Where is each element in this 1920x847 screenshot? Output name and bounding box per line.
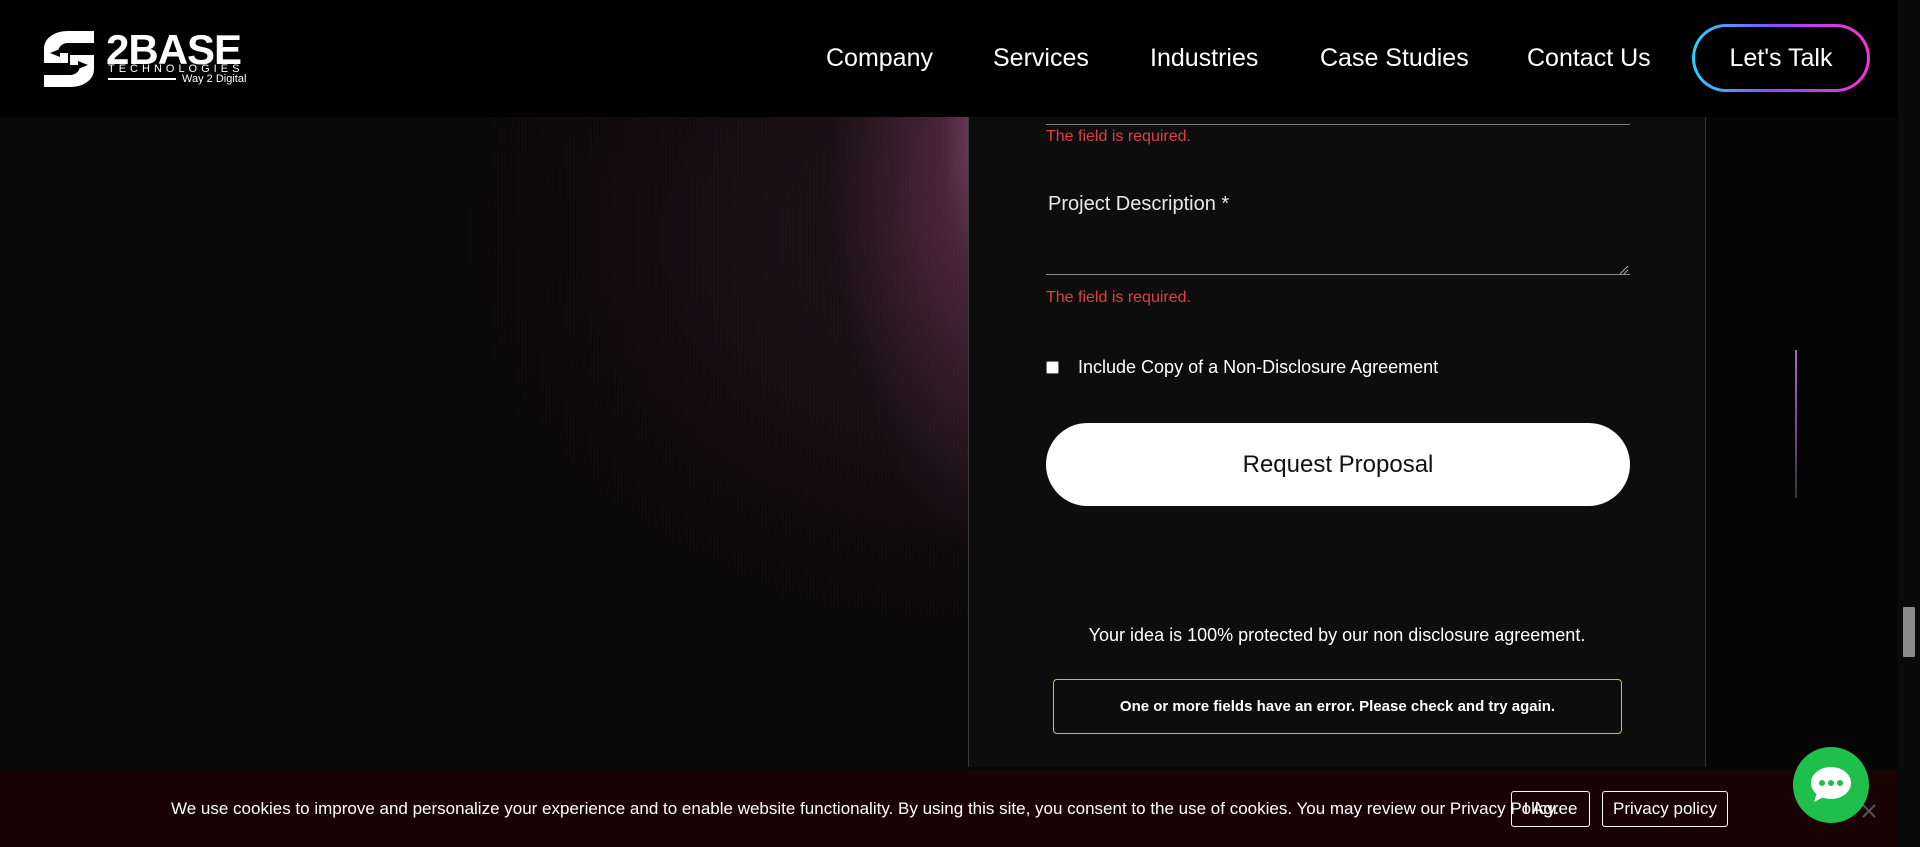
nda-protection-note: Your idea is 100% protected by our non d… — [1088, 625, 1586, 645]
hero-background — [0, 117, 968, 847]
field-error-project-description: The field is required. — [1046, 289, 1191, 306]
privacy-policy-button[interactable]: Privacy policy — [1602, 791, 1728, 827]
scrollbar-thumb[interactable] — [1903, 607, 1915, 657]
lets-talk-label: Let's Talk — [1695, 27, 1867, 89]
project-description-field[interactable] — [1046, 225, 1630, 275]
chat-icon — [1811, 767, 1851, 802]
proposal-form: The field is required. Project Descripti… — [968, 117, 1706, 767]
site-header: 2BASE TECHNOLOGIES Way 2 Digital Company… — [0, 0, 1898, 117]
nda-option: Include Copy of a Non-Disclosure Agreeme… — [1046, 357, 1438, 378]
cookie-agree-button[interactable]: I Agree — [1511, 791, 1590, 827]
nav-case-studies[interactable]: Case Studies — [1320, 40, 1469, 76]
nda-label[interactable]: Include Copy of a Non-Disclosure Agreeme… — [1078, 357, 1438, 378]
logo-icon — [44, 31, 94, 87]
project-description-label: Project Description * — [1048, 193, 1230, 215]
section-progress-indicator — [1795, 350, 1797, 498]
chat-launcher-button[interactable] — [1793, 747, 1869, 823]
close-icon[interactable] — [1861, 803, 1877, 819]
logo-tagline: Way 2 Digital — [182, 73, 247, 85]
nav-contact-us[interactable]: Contact Us — [1527, 40, 1651, 76]
resize-grip-icon[interactable] — [1619, 265, 1629, 275]
nav-industries[interactable]: Industries — [1150, 40, 1258, 76]
lets-talk-button[interactable]: Let's Talk — [1692, 24, 1870, 92]
nav-services[interactable]: Services — [993, 40, 1089, 76]
request-proposal-button[interactable]: Request Proposal — [1046, 423, 1630, 506]
page-scrollbar[interactable] — [1898, 0, 1920, 847]
nav-company[interactable]: Company — [826, 40, 933, 76]
logo-divider — [108, 78, 176, 80]
cookie-message: We use cookies to improve and personaliz… — [171, 799, 1560, 818]
nda-checkbox[interactable] — [1046, 361, 1059, 374]
form-validation-alert: One or more fields have an error. Please… — [1053, 679, 1622, 734]
logo[interactable]: 2BASE TECHNOLOGIES Way 2 Digital — [34, 27, 254, 91]
previous-field-underline — [1046, 124, 1630, 125]
field-error-previous: The field is required. — [1046, 128, 1191, 145]
cookie-banner: We use cookies to improve and personaliz… — [0, 770, 1898, 847]
